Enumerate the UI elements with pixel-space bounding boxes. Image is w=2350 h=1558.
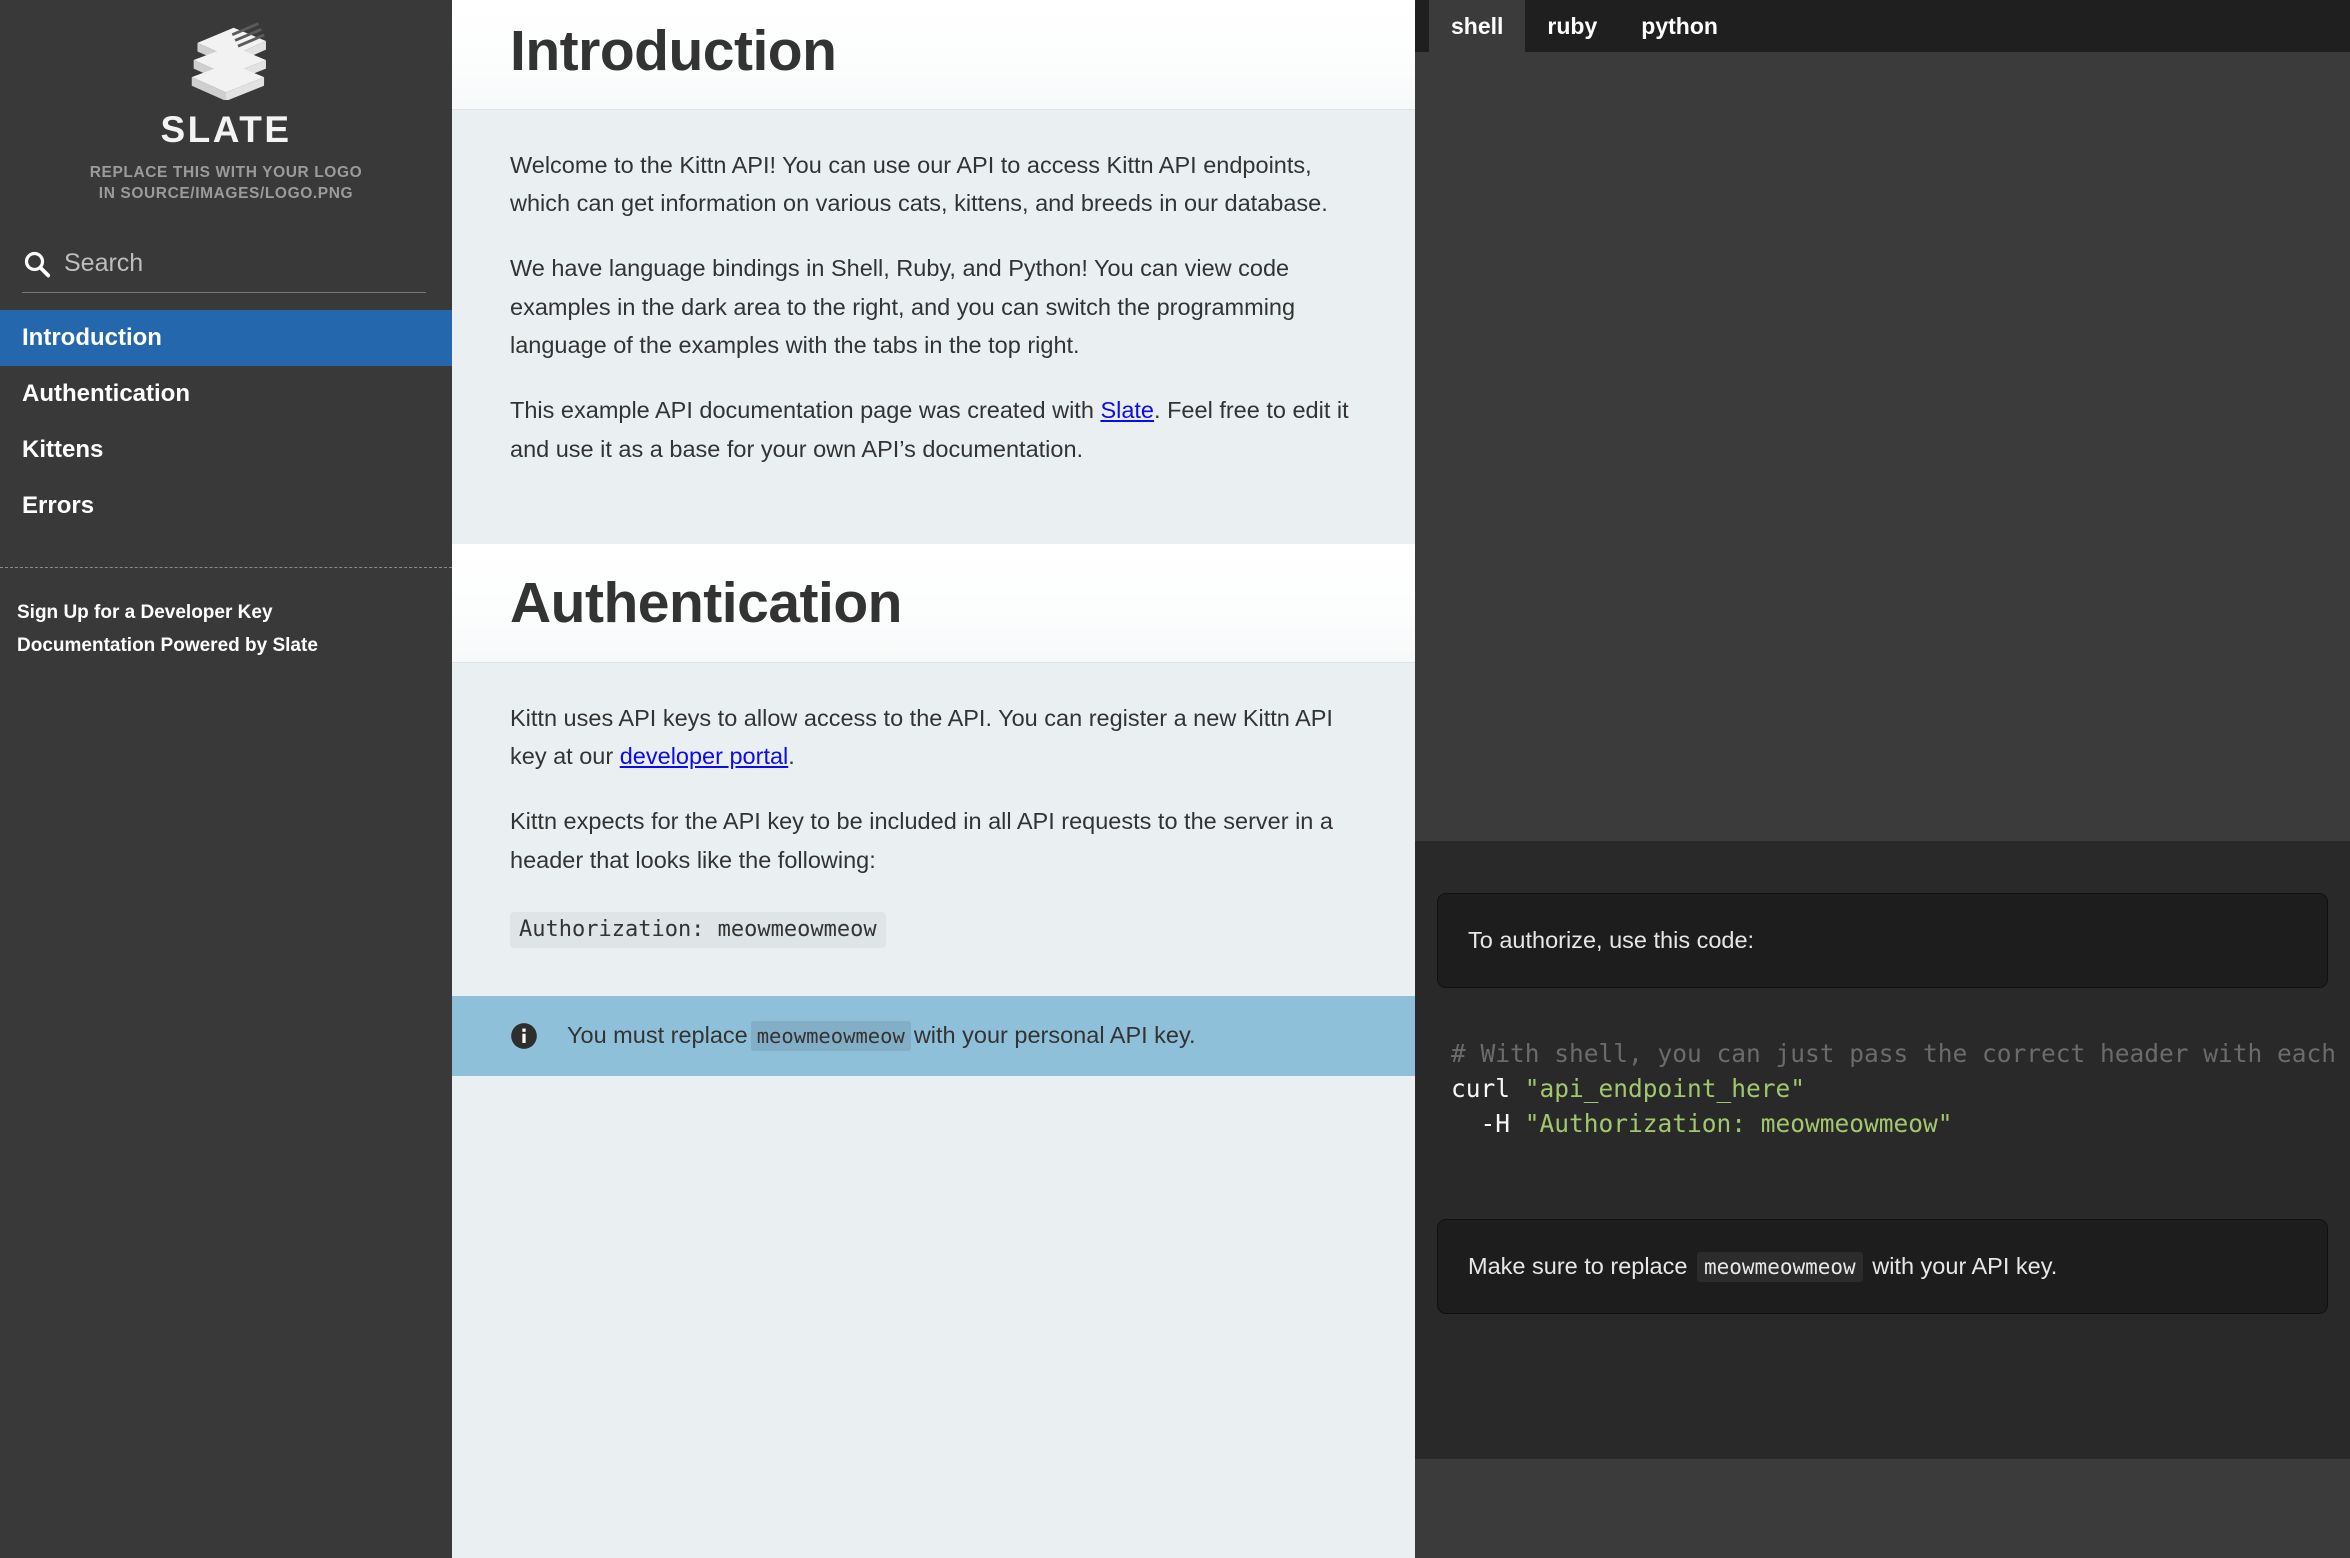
code-gap	[1415, 1181, 2350, 1219]
authentication-body: Kittn uses API keys to allow access to t…	[452, 663, 1415, 958]
sidebar-footer: Sign Up for a Developer Key Documentatio…	[0, 596, 452, 663]
search-input[interactable]	[64, 249, 426, 279]
language-tabs: shell ruby python	[1415, 0, 2350, 52]
intro-p3-before: This example API documentation page was …	[510, 397, 1101, 424]
code-annotation-top: To authorize, use this code:	[1437, 893, 2328, 988]
intro-paragraph-1: Welcome to the Kittn API! You can use ou…	[510, 151, 1328, 217]
code-comment-line: # With shell, you can just pass the corr…	[1451, 1038, 2337, 1068]
sidebar-divider	[0, 566, 452, 568]
section-authentication: Authentication Kittn uses API keys to al…	[452, 543, 1415, 1076]
shell-code-block: # With shell, you can just pass the corr…	[1415, 988, 2350, 1181]
intro-paragraph-2: We have language bindings in Shell, Ruby…	[510, 255, 1296, 359]
sidebar-nav: Introduction Authentication Kittens Erro…	[0, 309, 452, 534]
code-header-string: "Authorization: meowmeowmeow"	[1524, 1108, 1953, 1138]
sidebar-item-kittens[interactable]: Kittens	[0, 422, 452, 478]
books-stack-icon	[178, 22, 274, 101]
powered-by-slate-link[interactable]: Documentation Powered by Slate	[17, 629, 452, 662]
code-curl-keyword: curl	[1451, 1073, 1511, 1103]
tab-python[interactable]: python	[1619, 0, 1740, 52]
notice-code: meowmeowmeow	[750, 1020, 911, 1051]
code-panel-tail	[1415, 1459, 2350, 1558]
main-content: Introduction Welcome to the Kittn API! Y…	[452, 0, 1415, 1558]
sidebar-item-introduction[interactable]: Introduction	[0, 309, 452, 366]
search-icon	[22, 249, 52, 279]
logo-title: SLATE	[160, 109, 292, 150]
intro-paragraph-3: This example API documentation page was …	[510, 391, 1357, 468]
notice-text-after: with your personal API key.	[913, 1022, 1196, 1049]
search-box[interactable]	[22, 249, 426, 293]
auth-p1-after: .	[788, 743, 795, 770]
slate-link[interactable]: Slate	[1100, 397, 1154, 423]
api-key-notice: You must replace meowmeowmeow with your …	[452, 995, 1415, 1076]
authentication-header: Authentication	[452, 543, 1415, 663]
code-endpoint-string: "api_endpoint_here"	[1524, 1073, 1806, 1103]
section-introduction: Introduction Welcome to the Kittn API! Y…	[452, 0, 1415, 478]
tab-ruby[interactable]: ruby	[1525, 0, 1619, 52]
page-title: Introduction	[510, 19, 837, 83]
developer-portal-link[interactable]: developer portal	[620, 743, 789, 769]
auth-paragraph-1: Kittn uses API keys to allow access to t…	[510, 699, 1357, 776]
info-circle-icon	[510, 1022, 538, 1050]
tab-shell[interactable]: shell	[1429, 0, 1526, 52]
sidebar: SLATE REPLACE THIS WITH YOUR LOGO IN SOUR…	[0, 0, 452, 1558]
introduction-header: Introduction	[452, 0, 1415, 110]
notice-text-before: You must replace	[567, 1022, 748, 1049]
annotation-bottom-after: with your API key.	[1872, 1252, 2058, 1279]
authorization-header-code: Authorization: meowmeowmeow	[510, 911, 886, 948]
logo-block: SLATE REPLACE THIS WITH YOUR LOGO IN SOUR…	[0, 0, 452, 205]
code-panel-intro-spacer	[1415, 52, 2350, 841]
code-annotation-bottom: Make sure to replace meowmeowmeow with y…	[1437, 1218, 2328, 1314]
code-panel: shell ruby python To authorize, use this…	[1415, 0, 2350, 1558]
annotation-bottom-code: meowmeowmeow	[1696, 1251, 1863, 1282]
authentication-title: Authentication	[510, 570, 902, 635]
introduction-body: Welcome to the Kittn API! You can use ou…	[452, 110, 1415, 478]
annotation-bottom-before: Make sure to replace	[1468, 1252, 1688, 1279]
sidebar-item-errors[interactable]: Errors	[0, 478, 452, 534]
authentication-code-section: To authorize, use this code: # With shel…	[1415, 841, 2350, 1459]
slate-docs-page: SLATE REPLACE THIS WITH YOUR LOGO IN SOUR…	[0, 0, 2350, 1558]
sidebar-item-authentication[interactable]: Authentication	[0, 366, 452, 422]
auth-paragraph-2: Kittn expects for the API key to be incl…	[510, 808, 1333, 873]
signup-developer-key-link[interactable]: Sign Up for a Developer Key	[17, 596, 452, 629]
logo-subtitle: REPLACE THIS WITH YOUR LOGO IN SOURCE/IMA…	[89, 164, 363, 202]
code-header-flag: -H	[1451, 1108, 1525, 1138]
